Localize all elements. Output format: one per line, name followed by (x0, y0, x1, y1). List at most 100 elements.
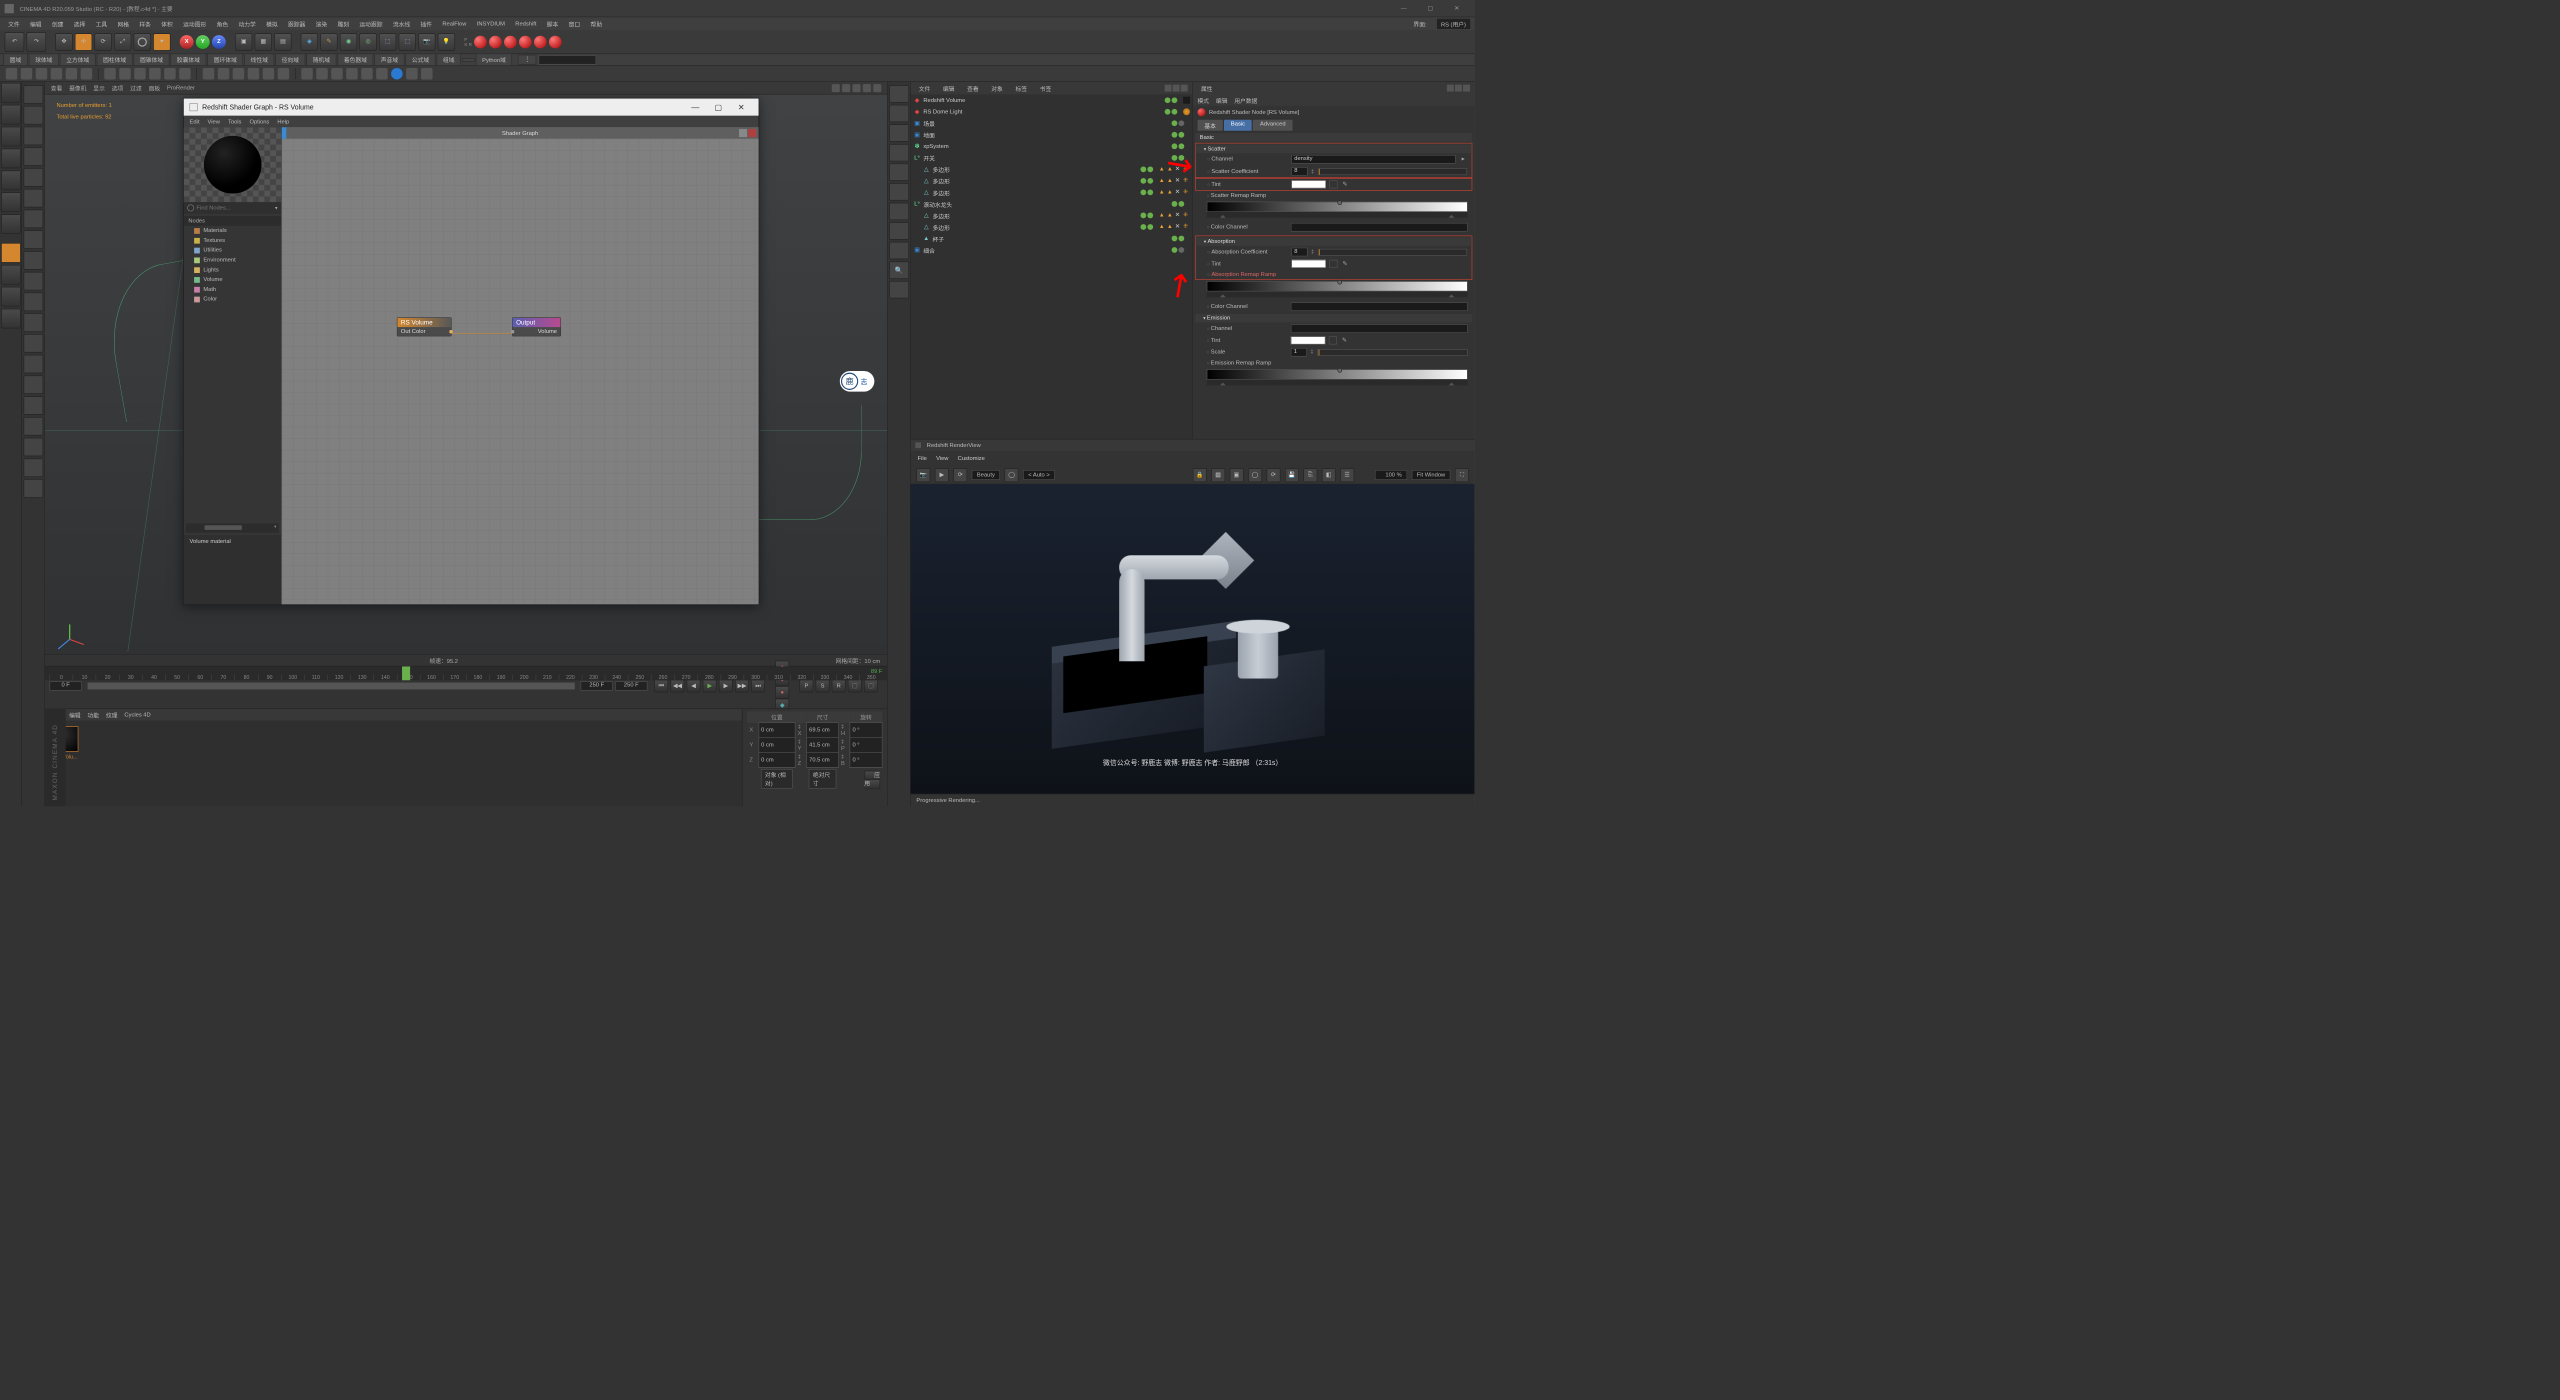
object-row[interactable]: ❇xpSystem (911, 141, 1193, 153)
tool-h[interactable] (23, 230, 43, 248)
menu-item[interactable]: 运动跟踪 (355, 18, 387, 29)
node-category[interactable]: Lights (184, 265, 281, 275)
render-settings-button[interactable]: ▤ (274, 33, 291, 50)
emiss-tint-picker[interactable]: ✎ (1340, 336, 1348, 344)
rtool-11[interactable] (889, 281, 909, 298)
rv-menu-item[interactable]: View (936, 455, 948, 461)
absorb-ramp[interactable] (1207, 281, 1468, 299)
icon-14[interactable] (218, 68, 230, 80)
node-category[interactable]: Math (184, 285, 281, 295)
rv-compare[interactable]: ◧ (1322, 468, 1336, 482)
key-pla[interactable]: ⬚ (848, 680, 862, 693)
undo-button[interactable]: ↶ (5, 32, 25, 52)
viewport-menu-item[interactable]: 过滤 (130, 84, 142, 93)
menu-item[interactable]: 文件 (3, 18, 24, 29)
menu-item[interactable]: 模拟 (262, 18, 283, 29)
coord-mode2[interactable]: 绝对尺寸 (809, 769, 836, 789)
search-input[interactable] (196, 205, 272, 211)
absorb-colorch-value[interactable] (1291, 302, 1468, 311)
tool-n[interactable] (23, 355, 43, 373)
emiss-scale-value[interactable]: 1 (1291, 348, 1307, 357)
scatter-tint-link[interactable] (1329, 180, 1337, 188)
icon-22[interactable] (346, 68, 358, 80)
key-pt[interactable]: ⬚ (864, 680, 878, 693)
object-row[interactable]: △多边形▲▲✕⁜ (911, 221, 1193, 233)
rec-misc3[interactable] (549, 35, 562, 48)
rtool-4[interactable] (889, 144, 909, 161)
sw-menu-item[interactable]: Tools (228, 118, 241, 124)
icon-18[interactable] (278, 68, 290, 80)
rv-fullscreen[interactable]: ⛶ (1455, 468, 1469, 482)
key-p[interactable]: P (799, 680, 813, 693)
tool-o[interactable] (23, 376, 43, 394)
viewport-menu-item[interactable]: ProRender (167, 85, 195, 91)
rv-copy[interactable]: ⎘ (1303, 468, 1317, 482)
icon-26[interactable] (421, 68, 433, 80)
graph-ricon2[interactable] (748, 129, 756, 137)
palette-item[interactable]: 圆环体域 (207, 54, 243, 66)
node-rs-volume[interactable]: RS Volume Out Color (397, 317, 452, 336)
tool-d[interactable] (23, 147, 43, 165)
attr-ricon3[interactable] (1463, 85, 1470, 92)
rtool-10[interactable] (889, 262, 909, 279)
tool-e[interactable] (23, 168, 43, 186)
tool-t[interactable] (23, 479, 43, 497)
absorb-coef-value[interactable]: 8 (1291, 248, 1307, 257)
attr-tab-item[interactable]: Basic (1224, 120, 1252, 131)
absorb-tint-link[interactable] (1329, 260, 1337, 268)
mode-model[interactable] (1, 83, 21, 103)
rv-aov[interactable]: Beauty (972, 470, 1000, 480)
menu-item[interactable]: 插件 (416, 18, 437, 29)
coord-mode1[interactable]: 对象 (相对) (761, 769, 793, 789)
object-row[interactable]: L°滚动水龙头 (911, 198, 1193, 210)
rtool-8[interactable] (889, 222, 909, 239)
tool-c[interactable] (23, 127, 43, 145)
rv-ipr[interactable]: ⟳ (1266, 468, 1280, 482)
objmgr-ricon2[interactable] (1173, 85, 1180, 92)
objmgr-tab[interactable]: 编辑 (939, 83, 957, 94)
attr-ricon2[interactable] (1455, 85, 1462, 92)
viewport-menu-item[interactable]: 选项 (112, 84, 124, 93)
icon-5[interactable] (66, 68, 78, 80)
object-row[interactable]: ▣场景 (911, 118, 1193, 130)
graph-ricon1[interactable] (739, 129, 747, 137)
step-back[interactable]: ◀◀ (670, 680, 684, 693)
objmgr-tab[interactable]: 书签 (1036, 83, 1054, 94)
frame-back[interactable]: ◀ (687, 680, 701, 693)
rv-menu-item[interactable]: File (918, 455, 927, 461)
axis-z[interactable]: Z (212, 35, 226, 49)
icon-10[interactable] (149, 68, 161, 80)
axis-y[interactable]: Y (196, 35, 210, 49)
attr-sub-item[interactable]: 模式 (1198, 96, 1210, 105)
tool-j[interactable] (23, 272, 43, 290)
viewport-menu-item[interactable]: 面板 (149, 84, 161, 93)
object-row[interactable]: △多边形▲▲✕⁜ (911, 210, 1193, 222)
menu-item[interactable]: 网格 (113, 18, 134, 29)
menu-item[interactable]: 动力学 (234, 18, 260, 29)
emiss-ramp[interactable] (1207, 369, 1468, 387)
rv-region[interactable]: ▣ (1229, 468, 1243, 482)
icon-20[interactable] (316, 68, 328, 80)
object-row[interactable]: ▲杯子 (911, 233, 1193, 245)
rec-s[interactable] (489, 35, 502, 48)
subdiv[interactable]: ◎ (359, 33, 376, 50)
attr-tab-item[interactable]: Advanced (1253, 120, 1292, 131)
rtool-5[interactable] (889, 164, 909, 181)
object-row[interactable]: △多边形▲▲✕⁜ (911, 164, 1193, 176)
icon-16[interactable] (248, 68, 260, 80)
tool-l[interactable] (23, 313, 43, 331)
objmgr-tab[interactable]: 对象 (988, 83, 1006, 94)
object-row[interactable]: ◆Redshift Volume (911, 94, 1193, 106)
palette-item[interactable]: 公式域 (406, 54, 436, 66)
select-tool[interactable]: ✥ (55, 33, 72, 50)
rec-misc1[interactable] (519, 35, 532, 48)
emiss-scale-slider[interactable] (1317, 349, 1468, 356)
rec-r[interactable] (504, 35, 517, 48)
menu-item[interactable]: 渲染 (311, 18, 332, 29)
rv-snapshot[interactable]: 📷 (916, 468, 930, 482)
menu-item[interactable]: 创建 (47, 18, 68, 29)
objmgr-tab[interactable]: 标签 (1012, 83, 1030, 94)
tool-g[interactable] (23, 210, 43, 228)
vp-icon-4[interactable] (863, 84, 871, 92)
menu-item[interactable]: 运动图形 (179, 18, 211, 29)
